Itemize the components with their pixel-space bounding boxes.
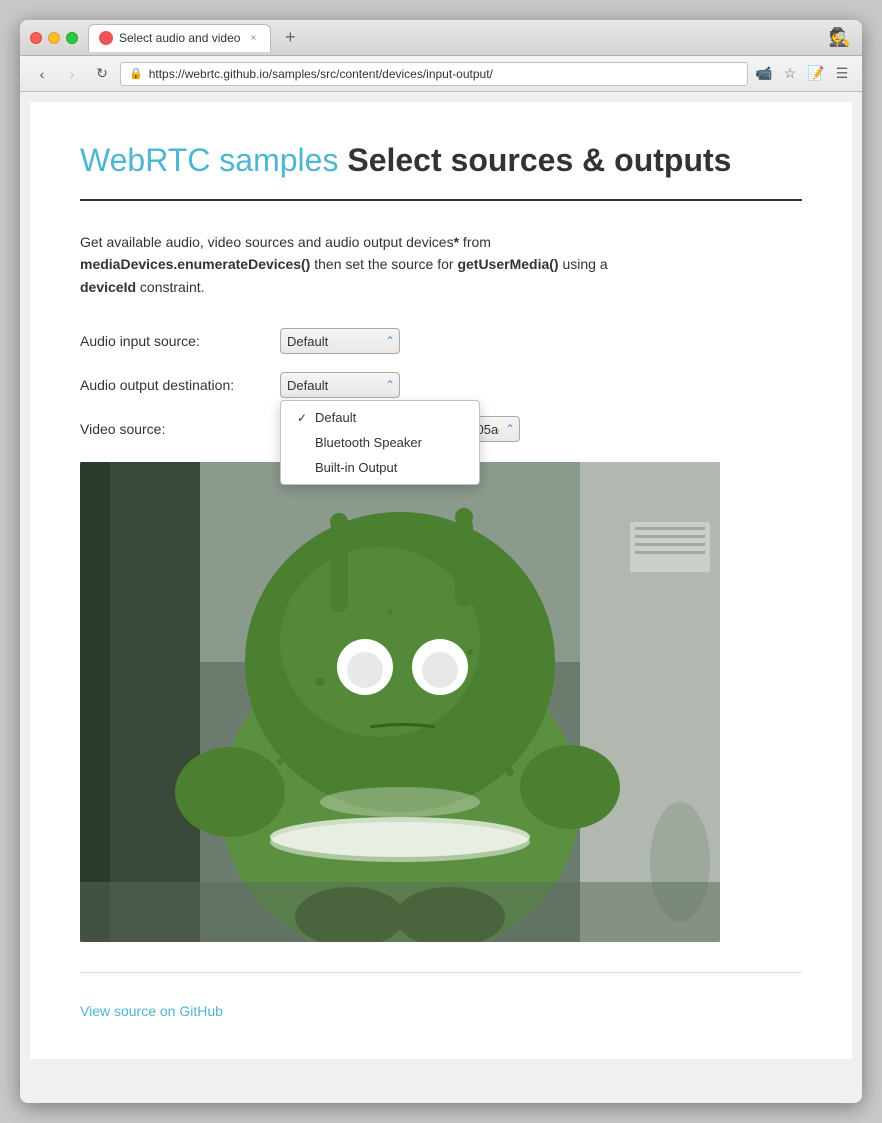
window-controls: 🕵️: [828, 26, 852, 50]
bookmark-icon[interactable]: ☆: [780, 64, 800, 84]
main-title-text: Select sources & outputs: [347, 142, 731, 178]
audio-input-select-wrapper: Default ⌃: [280, 328, 400, 354]
dropdown-item-bluetooth[interactable]: Bluetooth Speaker: [281, 430, 479, 455]
address-bar[interactable]: 🔒 https://webrtc.github.io/samples/src/c…: [120, 62, 748, 86]
back-button[interactable]: ‹: [30, 62, 54, 86]
refresh-button[interactable]: ↻: [90, 62, 114, 86]
audio-output-select[interactable]: Default Bluetooth Speaker Built-in Outpu…: [280, 372, 400, 398]
video-feed: [80, 462, 720, 942]
page-content: WebRTC samples Select sources & outputs …: [30, 102, 852, 1059]
dropdown-label-default: Default: [315, 410, 356, 425]
desc-text3: then set the source for: [310, 256, 457, 272]
dropdown-label-builtin: Built-in Output: [315, 460, 397, 475]
url-text: https://webrtc.github.io/samples/src/con…: [149, 67, 493, 81]
active-tab[interactable]: Select audio and video ×: [88, 24, 271, 52]
video-icon[interactable]: 📹: [754, 64, 774, 84]
audio-input-label: Audio input source:: [80, 333, 280, 349]
audio-output-label: Audio output destination:: [80, 377, 280, 393]
dropdown-label-bluetooth: Bluetooth Speaker: [315, 435, 422, 450]
minimize-button[interactable]: [48, 32, 60, 44]
page-header: WebRTC samples Select sources & outputs: [80, 142, 802, 201]
description: Get available audio, video sources and a…: [80, 231, 802, 298]
desc-text1: Get available audio, video sources and a…: [80, 234, 454, 250]
section-divider: [80, 972, 802, 973]
audio-input-row: Audio input source: Default ⌃: [80, 328, 802, 354]
check-icon: ✓: [297, 411, 309, 425]
desc-code2: getUserMedia(): [457, 256, 558, 272]
tab-close-button[interactable]: ×: [246, 31, 260, 45]
new-tab-button[interactable]: +: [276, 24, 304, 52]
form-section: Audio input source: Default ⌃ Audio outp…: [80, 328, 802, 442]
audio-output-dropdown[interactable]: ✓ Default Bluetooth Speaker Built-in Out…: [280, 400, 480, 485]
close-button[interactable]: [30, 32, 42, 44]
traffic-lights: [30, 32, 78, 44]
brand-text: WebRTC samples: [80, 142, 338, 178]
menu-icon[interactable]: ☰: [832, 64, 852, 84]
dropdown-item-builtin[interactable]: Built-in Output: [281, 455, 479, 480]
browser-window: Select audio and video × + 🕵️ ‹ › ↻ 🔒 ht…: [20, 20, 862, 1103]
tab-favicon: [99, 31, 113, 45]
video-source-label: Video source:: [80, 421, 280, 437]
tab-bar: Select audio and video × +: [88, 24, 828, 52]
desc-code3: deviceId: [80, 279, 136, 295]
dropdown-item-default[interactable]: ✓ Default: [281, 405, 479, 430]
desc-text4: using a: [559, 256, 608, 272]
maximize-button[interactable]: [66, 32, 78, 44]
tab-title: Select audio and video: [119, 31, 240, 45]
audio-output-row: Audio output destination: Default Blueto…: [80, 372, 802, 398]
title-bar: Select audio and video × + 🕵️: [20, 20, 862, 56]
desc-code1: mediaDevices.enumerateDevices(): [80, 256, 310, 272]
nav-right-controls: 📹 ☆ 📝 ☰: [754, 64, 852, 84]
android-svg: [80, 462, 720, 942]
desc-text5: constraint.: [136, 279, 204, 295]
lock-icon: 🔒: [129, 67, 143, 80]
spy-icon: 🕵️: [828, 26, 852, 50]
page-title: WebRTC samples Select sources & outputs: [80, 142, 802, 179]
forward-button[interactable]: ›: [60, 62, 84, 86]
desc-text2: from: [459, 234, 491, 250]
github-link[interactable]: View source on GitHub: [80, 1003, 223, 1019]
audio-input-select[interactable]: Default: [280, 328, 400, 354]
audio-output-select-wrapper: Default Bluetooth Speaker Built-in Outpu…: [280, 372, 400, 398]
note-icon[interactable]: 📝: [806, 64, 826, 84]
nav-bar: ‹ › ↻ 🔒 https://webrtc.github.io/samples…: [20, 56, 862, 92]
